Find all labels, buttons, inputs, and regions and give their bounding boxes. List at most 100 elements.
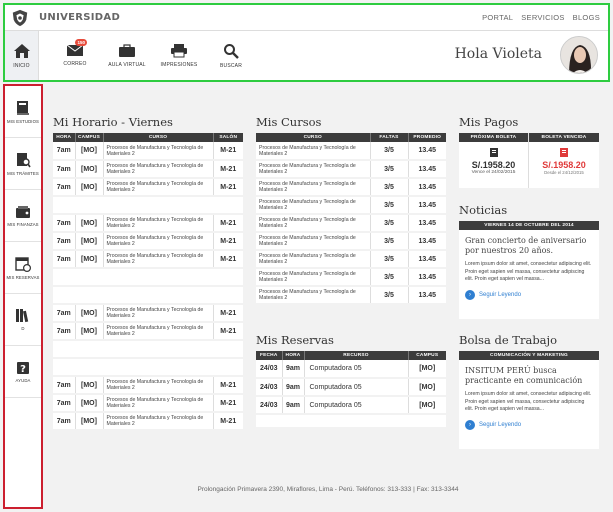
cell-curso: Procesos de Manufactura y Tecnología de … xyxy=(256,196,371,214)
sidebar-item-mis-reservas[interactable]: MIS RESERVAS xyxy=(5,242,41,294)
cell-curso: Procesos de Manufactura y Tecnología de … xyxy=(256,232,371,250)
cell-faltas: 3/5 xyxy=(370,232,409,250)
cell-curso: Procesos de Manufactura y Tecnología de … xyxy=(103,232,214,250)
cell-promedio: 13.45 xyxy=(418,255,437,263)
cell-hora: 7am xyxy=(53,250,76,268)
table-row[interactable]: 7am [MO] Procesos de Manufactura y Tecnolo… xyxy=(53,160,243,178)
sidebar-item-label: MIS ESTUDIOS xyxy=(7,118,39,124)
horario-title: Mi Horario - Viernes xyxy=(53,115,173,129)
nav-aula-virtual-label: AULA VIRTUAL xyxy=(108,61,146,68)
sidebar-item-label: MIS FINANZAS xyxy=(7,221,39,227)
main-nav: INICIO 150 CORREO AULA VIRTUAL IMPRESION… xyxy=(5,31,608,80)
table-row[interactable]: Procesos de Manufactura y Tecnología de … xyxy=(256,232,446,250)
proxima-boleta-note: Vence el 24/02/2015 xyxy=(471,170,516,175)
table-row[interactable]: 7am [MO] Procesos de Manufactura y Tecnolo… xyxy=(53,142,243,160)
nav-inicio[interactable]: INICIO xyxy=(5,31,39,80)
bolsa-read-more[interactable]: › Seguir Leyendo xyxy=(459,416,599,436)
col-salon: SALÓN xyxy=(219,135,238,140)
cell-promedio: 13.45 xyxy=(418,183,437,191)
cell-curso: Procesos de Manufactura y Tecnología de … xyxy=(256,250,371,268)
table-row[interactable]: Procesos de Manufactura y Tecnología de … xyxy=(256,214,446,232)
table-row[interactable]: 7am [MO] Procesos de Manufactura y Tecnolo… xyxy=(53,412,243,430)
nav-impresiones-label: IMPRESIONES xyxy=(160,62,198,68)
nav-impresiones[interactable]: IMPRESIONES xyxy=(153,31,205,80)
top-bar: UNIVERSIDAD PORTAL SERVICIOS BLOGS INICI… xyxy=(3,3,610,82)
table-row[interactable]: 7am [MO] Procesos de Manufactura y Tecnolo… xyxy=(53,376,243,394)
cell-campus: [MO] xyxy=(419,383,436,391)
search-icon xyxy=(224,43,239,59)
empty-cell xyxy=(53,340,243,358)
boleta-vencida-note: Desde el 24/12/2015 xyxy=(544,170,584,175)
empty-row xyxy=(53,340,243,358)
cell-promedio: 13.45 xyxy=(418,147,437,154)
sidebar-item-ayuda[interactable]: ? AYUDA xyxy=(5,346,41,398)
table-row[interactable]: 7am [MO] Procesos de Manufactura y Tecnolo… xyxy=(53,322,243,340)
col-faltas: FALTAS xyxy=(370,133,409,142)
pagos-card: PRÓXIMA BOLETA S/.1958.20 Vence el 24/02… xyxy=(459,133,599,188)
table-row[interactable]: 7am [MO] Procesos de Manufactura y Tecnolo… xyxy=(53,232,243,250)
table-row[interactable]: 24/03 9am Computadora 05 [MO] xyxy=(256,360,446,378)
table-row[interactable]: 7am [MO] Procesos de Manufactura y Tecnolo… xyxy=(53,394,243,412)
empty-row xyxy=(53,358,243,376)
sidebar-item-mis-finanzas[interactable]: MIS FINANZAS xyxy=(5,190,41,242)
arrow-right-icon: › xyxy=(465,419,475,430)
wallet-icon xyxy=(16,205,30,218)
cell-hora: 7am xyxy=(53,376,76,394)
table-row[interactable]: Procesos de Manufactura y Tecnología de … xyxy=(256,250,446,268)
table-row[interactable]: 7am [MO] Procesos de Manufactura y Tecnolo… xyxy=(53,304,243,322)
table-row[interactable]: 7am [MO] Procesos de Manufactura y Tecnolo… xyxy=(53,178,243,196)
link-servicios[interactable]: SERVICIOS xyxy=(521,13,564,22)
cell-campus: [MO] xyxy=(75,178,104,196)
cell-salon: M-21 xyxy=(220,237,237,245)
cell-curso: Procesos de Manufactura y Tecnología de … xyxy=(103,214,214,232)
noticias-headline[interactable]: Gran concierto de aniversario por nuestr… xyxy=(459,230,599,259)
nav-correo[interactable]: 150 CORREO xyxy=(49,31,101,80)
cell-curso: Procesos de Manufactura y Tecnología de … xyxy=(256,268,371,286)
noticias-read-more[interactable]: › Seguir Leyendo xyxy=(459,286,599,306)
empty-row xyxy=(53,268,243,286)
nav-aula-virtual[interactable]: AULA VIRTUAL xyxy=(101,31,153,80)
table-row[interactable]: Procesos de Manufactura y Tecnología de … xyxy=(256,268,446,286)
bolsa-category: COMUNICACIÓN Y MARKETING xyxy=(459,351,599,360)
sidebar-item-biblioteca[interactable]: D xyxy=(5,294,41,346)
cell-campus: [MO] xyxy=(75,142,104,160)
cell-campus: [MO] xyxy=(75,304,104,322)
side-nav: MIS ESTUDIOS MIS TRÁMITES MIS FINANZAS M… xyxy=(3,84,43,509)
cell-curso: Procesos de Manufactura y Tecnología de … xyxy=(103,412,214,430)
table-row[interactable]: 24/03 9am Computadora 05 [MO] xyxy=(256,378,446,396)
boleta-vencida[interactable]: BOLETA VENCIDA S/.1958.20 Desde el 24/12… xyxy=(529,133,599,188)
nav-inicio-label: INICIO xyxy=(13,62,30,69)
university-shield-logo[interactable] xyxy=(11,9,29,27)
boleta-vencida-amount: S/.1958.20 xyxy=(542,160,586,170)
reservas-footer-space xyxy=(256,415,446,427)
cell-promedio: 13.45 xyxy=(418,201,437,209)
cell-hora: 9am xyxy=(282,378,305,396)
cell-faltas: 3/5 xyxy=(370,286,409,304)
cell-hora: 7am xyxy=(53,394,76,412)
cell-promedio: 13.45 xyxy=(418,273,437,281)
sidebar-item-mis-tramites[interactable]: MIS TRÁMITES xyxy=(5,138,41,190)
cell-hora: 7am xyxy=(53,412,76,430)
user-avatar[interactable] xyxy=(560,36,598,74)
cell-curso: Procesos de Manufactura y Tecnología de … xyxy=(103,142,214,160)
table-row[interactable]: Procesos de Manufactura y Tecnología de … xyxy=(256,286,446,304)
table-row[interactable]: Procesos de Manufactura y Tecnología de … xyxy=(256,178,446,196)
table-row[interactable]: 7am [MO] Procesos de Manufactura y Tecnolo… xyxy=(53,214,243,232)
sidebar-item-mis-estudios[interactable]: MIS ESTUDIOS xyxy=(5,86,41,138)
col-hora: HORA xyxy=(53,133,76,142)
proxima-boleta[interactable]: PRÓXIMA BOLETA S/.1958.20 Vence el 24/02… xyxy=(459,133,529,188)
table-row[interactable]: Procesos de Manufactura y Tecnología de … xyxy=(256,142,446,160)
cell-fecha: 24/03 xyxy=(256,360,283,378)
link-portal[interactable]: PORTAL xyxy=(482,13,513,22)
link-blogs[interactable]: BLOGS xyxy=(573,13,600,22)
nav-buscar[interactable]: BUSCAR xyxy=(205,31,257,80)
bolsa-headline[interactable]: INSITUM PERÚ busca practicante en comuni… xyxy=(459,360,599,389)
table-row[interactable]: Procesos de Manufactura y Tecnología de … xyxy=(256,196,446,214)
cell-campus: [MO] xyxy=(75,394,104,412)
table-row[interactable]: Procesos de Manufactura y Tecnología de … xyxy=(256,160,446,178)
reservas-table: FECHA HORA RECURSO CAMPUS 24/03 9am Comput… xyxy=(256,351,446,427)
table-row[interactable]: 24/03 9am Computadora 05 [MO] xyxy=(256,396,446,414)
cell-campus: [MO] xyxy=(75,322,104,340)
cursos-title: Mis Cursos xyxy=(256,115,322,129)
table-row[interactable]: 7am [MO] Procesos de Manufactura y Tecnolo… xyxy=(53,250,243,268)
